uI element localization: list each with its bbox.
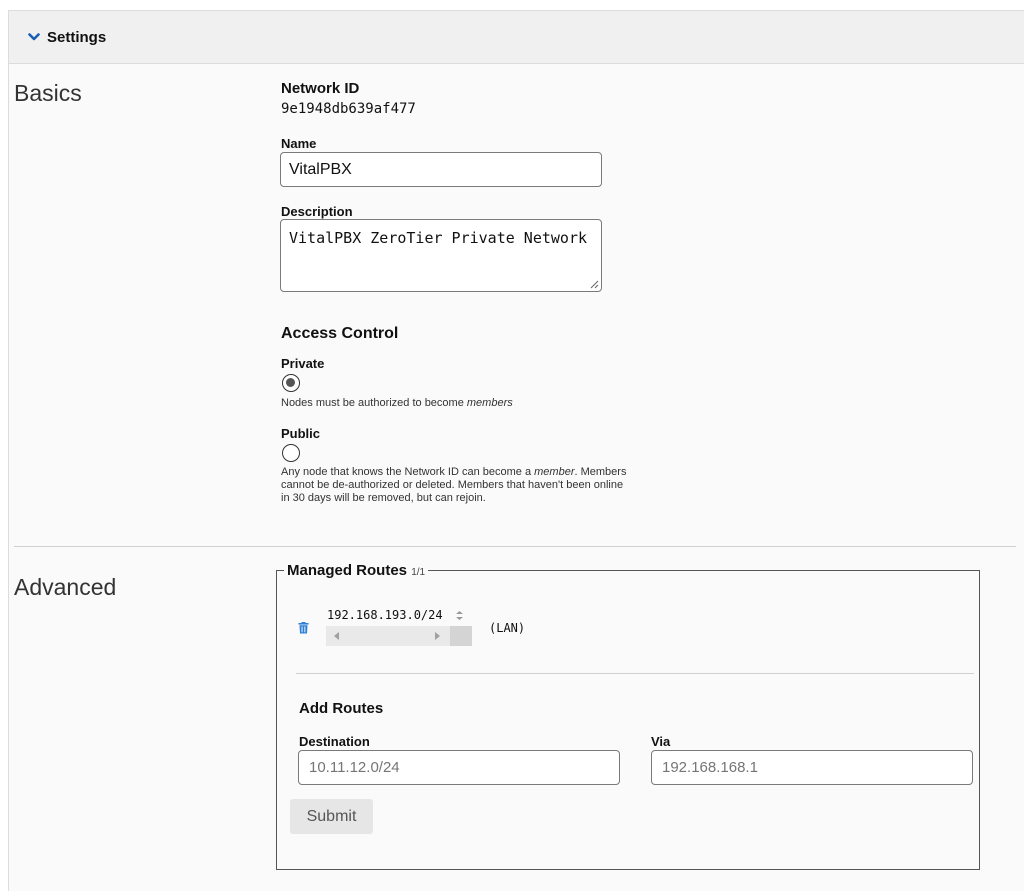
trash-icon[interactable] [298,622,309,634]
scroll-right-icon[interactable] [435,632,441,640]
settings-title: Settings [47,28,107,46]
resize-handle-icon[interactable] [590,280,599,289]
managed-routes-legend: Managed Routes 1/1 [284,562,429,579]
stepper-icon[interactable] [455,610,464,621]
routes-divider [296,673,974,674]
horizontal-scrollbar[interactable] [326,626,450,646]
submit-button[interactable]: Submit [290,799,373,834]
route-destination-box[interactable]: 192.168.193.0/24 [326,606,472,646]
description-textarea[interactable]: VitalPBX ZeroTier Private Network [280,219,602,292]
via-input[interactable] [651,750,973,785]
description-value: VitalPBX ZeroTier Private Network [289,229,588,247]
managed-routes-count: 1/1 [411,567,426,578]
public-radio[interactable] [282,444,300,462]
managed-routes-title: Managed Routes [287,562,408,579]
settings-header[interactable]: Settings [9,11,1024,64]
destination-input[interactable] [298,750,620,785]
name-field-value: VitalPBX [289,161,352,178]
description-label: Description [281,204,353,219]
add-routes-title: Add Routes [299,700,384,717]
section-divider [14,546,1016,547]
via-label: Via [651,734,671,749]
name-label: Name [281,136,317,151]
destination-label: Destination [299,734,370,749]
network-id-label: Network ID [281,80,360,97]
name-field[interactable]: VitalPBX [280,152,602,187]
advanced-section-label: Advanced [14,574,117,600]
private-help-text: Nodes must be authorized to become membe… [281,397,513,409]
delete-route-button[interactable] [298,621,309,639]
public-label: Public [281,426,321,441]
access-control-title: Access Control [281,325,399,342]
route-destination-value: 192.168.193.0/24 [327,608,443,622]
private-radio[interactable] [282,374,300,392]
network-id-value: 9e1948db639af477 [281,101,416,117]
basics-section-label: Basics [14,80,82,106]
public-help-text: Any node that knows the Network ID can b… [281,466,627,504]
private-label: Private [281,356,325,371]
route-via-value: (LAN) [489,621,526,635]
scrollbar-corner [450,626,472,646]
scroll-left-icon[interactable] [334,632,340,640]
chevron-down-icon[interactable] [27,30,41,44]
